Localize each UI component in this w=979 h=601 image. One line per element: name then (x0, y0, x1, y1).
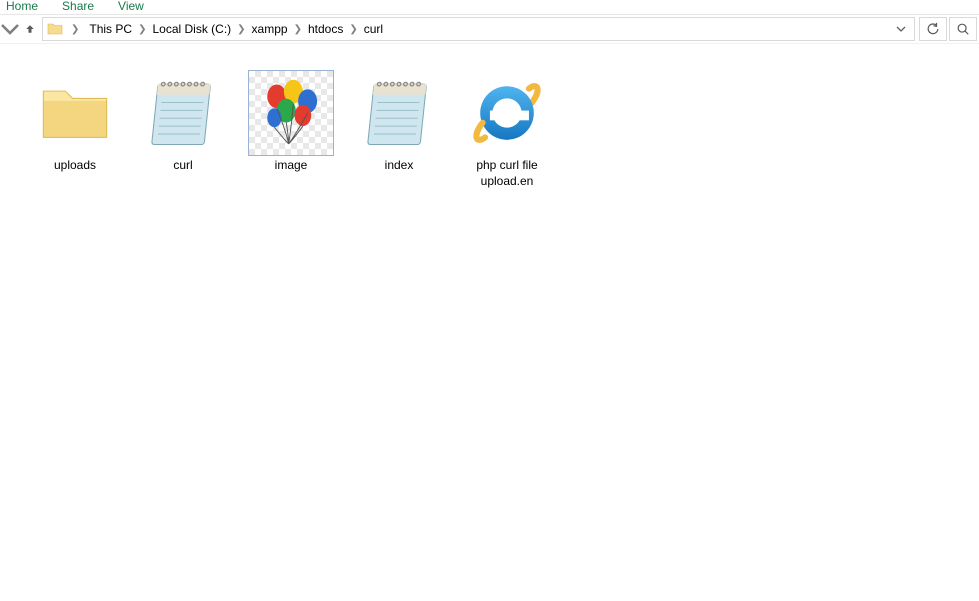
file-item-label: php curl file upload.en (458, 158, 556, 189)
file-item-label: uploads (54, 158, 96, 174)
up-button[interactable] (20, 15, 40, 43)
breadcrumb-segment[interactable]: This PC (87, 20, 134, 38)
file-item-folder[interactable]: uploads (22, 66, 128, 193)
chevron-right-icon: ❯ (233, 24, 249, 35)
breadcrumb: This PC ❯ Local Disk (C:) ❯ xampp ❯ htdo… (87, 20, 888, 38)
file-item-text[interactable]: curl (130, 66, 236, 193)
file-item-label: index (385, 158, 414, 174)
chevron-right-icon: ❯ (345, 24, 361, 35)
file-item-html[interactable]: php curl file upload.en (454, 66, 560, 193)
ribbon-tab-view[interactable]: View (118, 0, 144, 13)
address-bar-row: ❯ This PC ❯ Local Disk (C:) ❯ xampp ❯ ht… (0, 14, 979, 44)
history-dropdown-icon[interactable] (0, 15, 20, 43)
breadcrumb-segment[interactable]: htdocs (306, 20, 345, 38)
internet-explorer-icon (464, 70, 550, 156)
ribbon-tab-share[interactable]: Share (62, 0, 94, 13)
breadcrumb-segment[interactable]: curl (362, 20, 385, 38)
ribbon-tabs: Home Share View (0, 0, 979, 14)
chevron-right-icon: ❯ (67, 24, 83, 35)
breadcrumb-segment[interactable]: xampp (250, 20, 290, 38)
breadcrumb-segment[interactable]: Local Disk (C:) (150, 20, 233, 38)
ribbon-tab-home[interactable]: Home (6, 0, 38, 13)
file-item-label: image (275, 158, 308, 174)
folder-icon (32, 70, 118, 156)
address-bar[interactable]: ❯ This PC ❯ Local Disk (C:) ❯ xampp ❯ ht… (42, 17, 915, 41)
folder-icon (47, 21, 63, 37)
file-item-text[interactable]: index (346, 66, 452, 193)
address-dropdown-icon[interactable] (892, 24, 910, 34)
image-thumbnail-icon (248, 70, 334, 156)
notepad-icon (356, 70, 442, 156)
file-item-label: curl (173, 158, 192, 174)
file-item-image[interactable]: image (238, 66, 344, 193)
chevron-right-icon: ❯ (290, 24, 306, 35)
refresh-button[interactable] (919, 17, 947, 41)
chevron-right-icon: ❯ (134, 24, 150, 35)
file-list: uploads curl (0, 44, 979, 193)
search-button[interactable] (949, 17, 977, 41)
notepad-icon (140, 70, 226, 156)
